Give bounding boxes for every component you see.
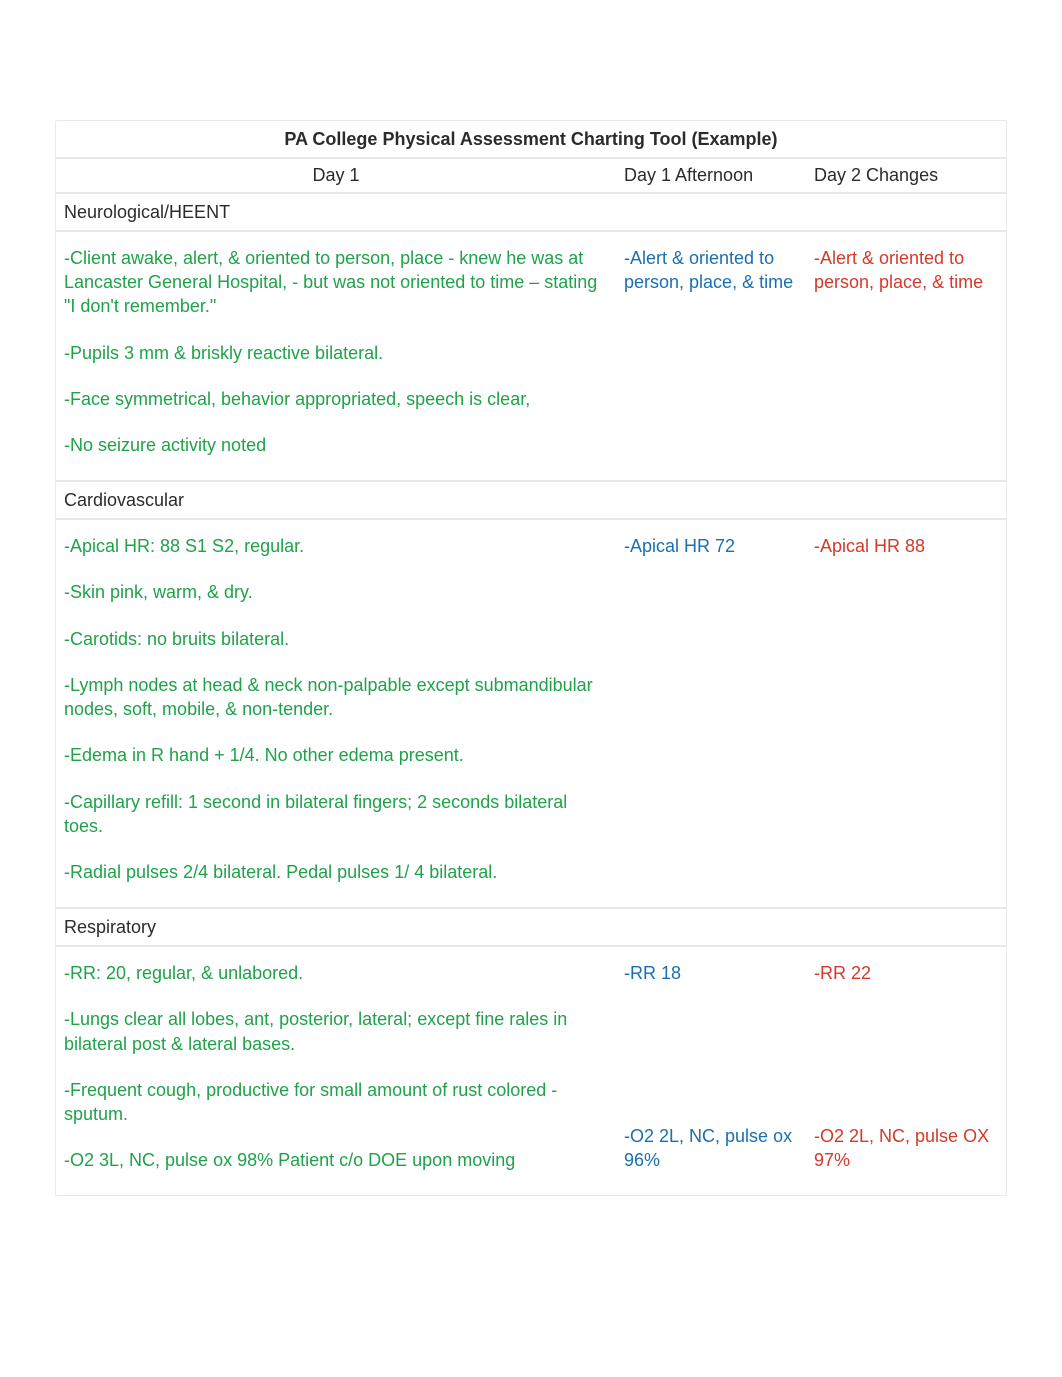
section-label-cardio: Cardiovascular	[56, 482, 1006, 520]
charting-sheet: PA College Physical Assessment Charting …	[55, 120, 1007, 1196]
section-body-cardio: -Apical HR: 88 S1 S2, regular. -Skin pin…	[56, 520, 1006, 909]
cardio-day2: -Apical HR 88	[806, 520, 1006, 907]
cardio-day1pm: -Apical HR 72	[616, 520, 806, 907]
cardio-day1-entry: -Skin pink, warm, & dry.	[64, 580, 608, 604]
cardio-day1pm-entry: -Apical HR 72	[624, 534, 798, 558]
cardio-day1-entry: -Capillary refill: 1 second in bilateral…	[64, 790, 608, 839]
resp-day2-entry: -O2 2L, NC, pulse OX 97%	[814, 1124, 998, 1173]
col-header-day1: Day 1	[56, 159, 616, 191]
neuro-day1-entry: -Client awake, alert, & oriented to pers…	[64, 246, 608, 319]
cardio-day2-entry: -Apical HR 88	[814, 534, 998, 558]
resp-day1pm-entry: -RR 18	[624, 961, 798, 985]
section-label-resp: Respiratory	[56, 909, 1006, 947]
neuro-day2: -Alert & oriented to person, place, & ti…	[806, 232, 1006, 480]
resp-day1pm-entry: -O2 2L, NC, pulse ox 96%	[624, 1124, 798, 1173]
neuro-day1-entry: -Pupils 3 mm & briskly reactive bilatera…	[64, 341, 608, 365]
resp-day2-entry: -RR 22	[814, 961, 998, 985]
neuro-day1pm: -Alert & oriented to person, place, & ti…	[616, 232, 806, 480]
resp-day1-entry: -Frequent cough, productive for small am…	[64, 1078, 608, 1127]
cardio-day1: -Apical HR: 88 S1 S2, regular. -Skin pin…	[56, 520, 616, 907]
cardio-day1-entry: -Lymph nodes at head & neck non-palpable…	[64, 673, 608, 722]
resp-day1pm: -RR 18 -O2 2L, NC, pulse ox 96%	[616, 947, 806, 1195]
neuro-day1: -Client awake, alert, & oriented to pers…	[56, 232, 616, 480]
sheet-title: PA College Physical Assessment Charting …	[56, 121, 1006, 159]
resp-day1-entry: -RR: 20, regular, & unlabored.	[64, 961, 608, 985]
resp-day1: -RR: 20, regular, & unlabored. -Lungs cl…	[56, 947, 616, 1195]
section-body-neuro: -Client awake, alert, & oriented to pers…	[56, 232, 1006, 482]
section-body-resp: -RR: 20, regular, & unlabored. -Lungs cl…	[56, 947, 1006, 1195]
col-header-day1pm: Day 1 Afternoon	[616, 159, 806, 191]
section-label-neuro: Neurological/HEENT	[56, 194, 1006, 232]
neuro-day1pm-entry: -Alert & oriented to person, place, & ti…	[624, 246, 798, 295]
neuro-day2-entry: -Alert & oriented to person, place, & ti…	[814, 246, 998, 295]
resp-day2: -RR 22 -O2 2L, NC, pulse OX 97%	[806, 947, 1006, 1195]
cardio-day1-entry: -Edema in R hand + 1/4. No other edema p…	[64, 743, 608, 767]
column-headers: Day 1 Day 1 Afternoon Day 2 Changes	[56, 159, 1006, 193]
resp-day1-entry: -Lungs clear all lobes, ant, posterior, …	[64, 1007, 608, 1056]
cardio-day1-entry: -Carotids: no bruits bilateral.	[64, 627, 608, 651]
neuro-day1-entry: -No seizure activity noted	[64, 433, 608, 457]
col-header-day2: Day 2 Changes	[806, 159, 1006, 191]
cardio-day1-entry: -Apical HR: 88 S1 S2, regular.	[64, 534, 608, 558]
cardio-day1-entry: -Radial pulses 2/4 bilateral. Pedal puls…	[64, 860, 608, 884]
neuro-day1-entry: -Face symmetrical, behavior appropriated…	[64, 387, 608, 411]
resp-day1-entry: -O2 3L, NC, pulse ox 98% Patient c/o DOE…	[64, 1148, 608, 1172]
